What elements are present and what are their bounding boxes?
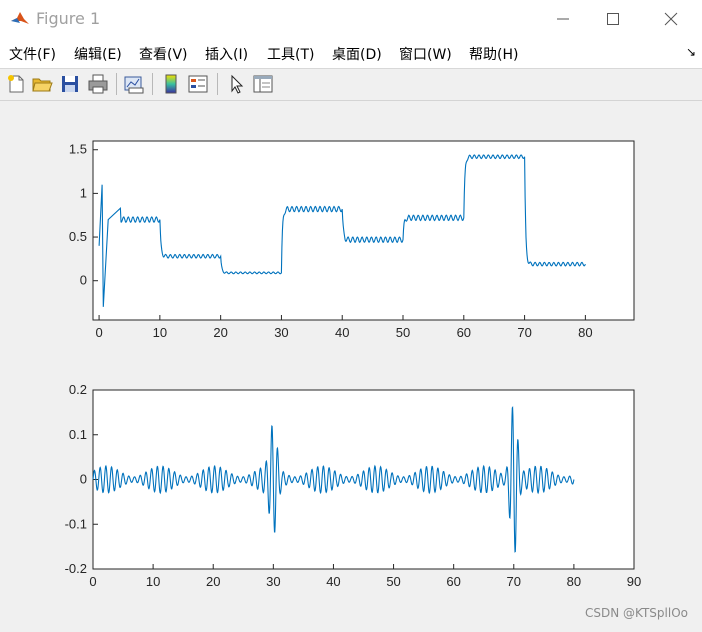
top-ytick-label: 1.5: [69, 142, 87, 157]
top-xtick-label: 80: [578, 325, 592, 340]
bottom-ytick-label: -0.2: [65, 561, 87, 576]
bottom-xtick-label: 80: [567, 574, 581, 589]
legend-icon[interactable]: [187, 73, 209, 95]
menu-help[interactable]: 帮助(H): [469, 44, 518, 64]
toolbar: [0, 69, 702, 101]
top-ytick-label: 1: [80, 185, 87, 200]
menu-insert[interactable]: 插入(I): [205, 44, 248, 64]
maximize-icon: [607, 13, 619, 25]
bottom-xtick-label: 0: [89, 574, 96, 589]
bottom-xtick-label: 30: [266, 574, 280, 589]
top-xtick-label: 10: [153, 325, 167, 340]
figure-plots: 0 10 20 30 40 50 60 70 80 0 0.5 1 1.5 0 10 20 30 40 50 60 7…: [65, 140, 642, 589]
toolbar-separator: [152, 73, 153, 95]
bottom-xtick-label: 50: [386, 574, 400, 589]
top-xtick-label: 20: [213, 325, 227, 340]
menu-bar: 文件(F) 编辑(E) 查看(V) 插入(I) 工具(T) 桌面(D) 窗口(W…: [0, 38, 702, 69]
top-xtick-label: 40: [335, 325, 349, 340]
close-icon: [664, 12, 678, 26]
toolbar-separator: [217, 73, 218, 95]
top-xtick-label: 60: [457, 325, 471, 340]
menu-desktop[interactable]: 桌面(D): [332, 44, 382, 64]
top-xtick-label: 70: [517, 325, 531, 340]
property-editor-icon[interactable]: [252, 73, 274, 95]
menu-edit[interactable]: 编辑(E): [74, 44, 122, 64]
bottom-ytick-label: 0.1: [69, 427, 87, 442]
bottom-ytick-label: 0: [80, 472, 87, 487]
pointer-icon[interactable]: [225, 73, 247, 95]
top-xtick-label: 0: [95, 325, 102, 340]
minimize-button[interactable]: [540, 0, 586, 38]
link-plot-icon[interactable]: [123, 73, 145, 95]
menu-window[interactable]: 窗口(W): [399, 44, 452, 64]
matlab-logo-icon: [11, 12, 29, 24]
menu-view[interactable]: 查看(V): [139, 44, 188, 64]
close-button[interactable]: [648, 0, 694, 38]
axes-top[interactable]: 0 10 20 30 40 50 60 70 80 0 0.5 1 1.5: [69, 140, 635, 340]
new-figure-icon[interactable]: [5, 73, 27, 95]
top-ytick-label: 0.5: [69, 229, 87, 244]
minimize-icon: [557, 18, 569, 20]
bottom-xtick-label: 10: [146, 574, 160, 589]
axes-bottom-box: [92, 389, 635, 570]
top-xtick-label: 50: [396, 325, 410, 340]
toolbar-separator: [116, 73, 117, 95]
axes-bottom[interactable]: 0 10 20 30 40 50 60 70 80 90 -0.2 -0.1 0 0.1 0.2: [65, 382, 642, 589]
axes-top-box: [92, 140, 635, 321]
bottom-xtick-label: 90: [627, 574, 641, 589]
bottom-ytick-label: 0.2: [69, 382, 87, 397]
colorbar-icon[interactable]: [160, 73, 182, 95]
dock-arrow-icon[interactable]: ↘: [686, 45, 696, 59]
open-file-icon[interactable]: [31, 73, 53, 95]
top-ytick-label: 0: [80, 273, 87, 288]
bottom-ytick-label: -0.1: [65, 516, 87, 531]
window-title: Figure 1: [36, 9, 101, 28]
top-xtick-label: 30: [274, 325, 288, 340]
menu-file[interactable]: 文件(F): [9, 44, 56, 64]
title-bar: Figure 1: [0, 0, 702, 38]
bottom-xtick-label: 40: [326, 574, 340, 589]
figure-canvas: 0 10 20 30 40 50 60 70 80 0 0.5 1 1.5 0 10 20 30 40 50 60 7…: [0, 101, 702, 628]
watermark: CSDN @KTSpllOo: [585, 606, 688, 620]
maximize-button[interactable]: [590, 0, 636, 38]
bottom-xtick-label: 20: [206, 574, 220, 589]
bottom-xtick-label: 60: [446, 574, 460, 589]
print-icon[interactable]: [87, 73, 109, 95]
bottom-xtick-label: 70: [507, 574, 521, 589]
save-icon[interactable]: [59, 73, 81, 95]
menu-tools[interactable]: 工具(T): [267, 44, 314, 64]
